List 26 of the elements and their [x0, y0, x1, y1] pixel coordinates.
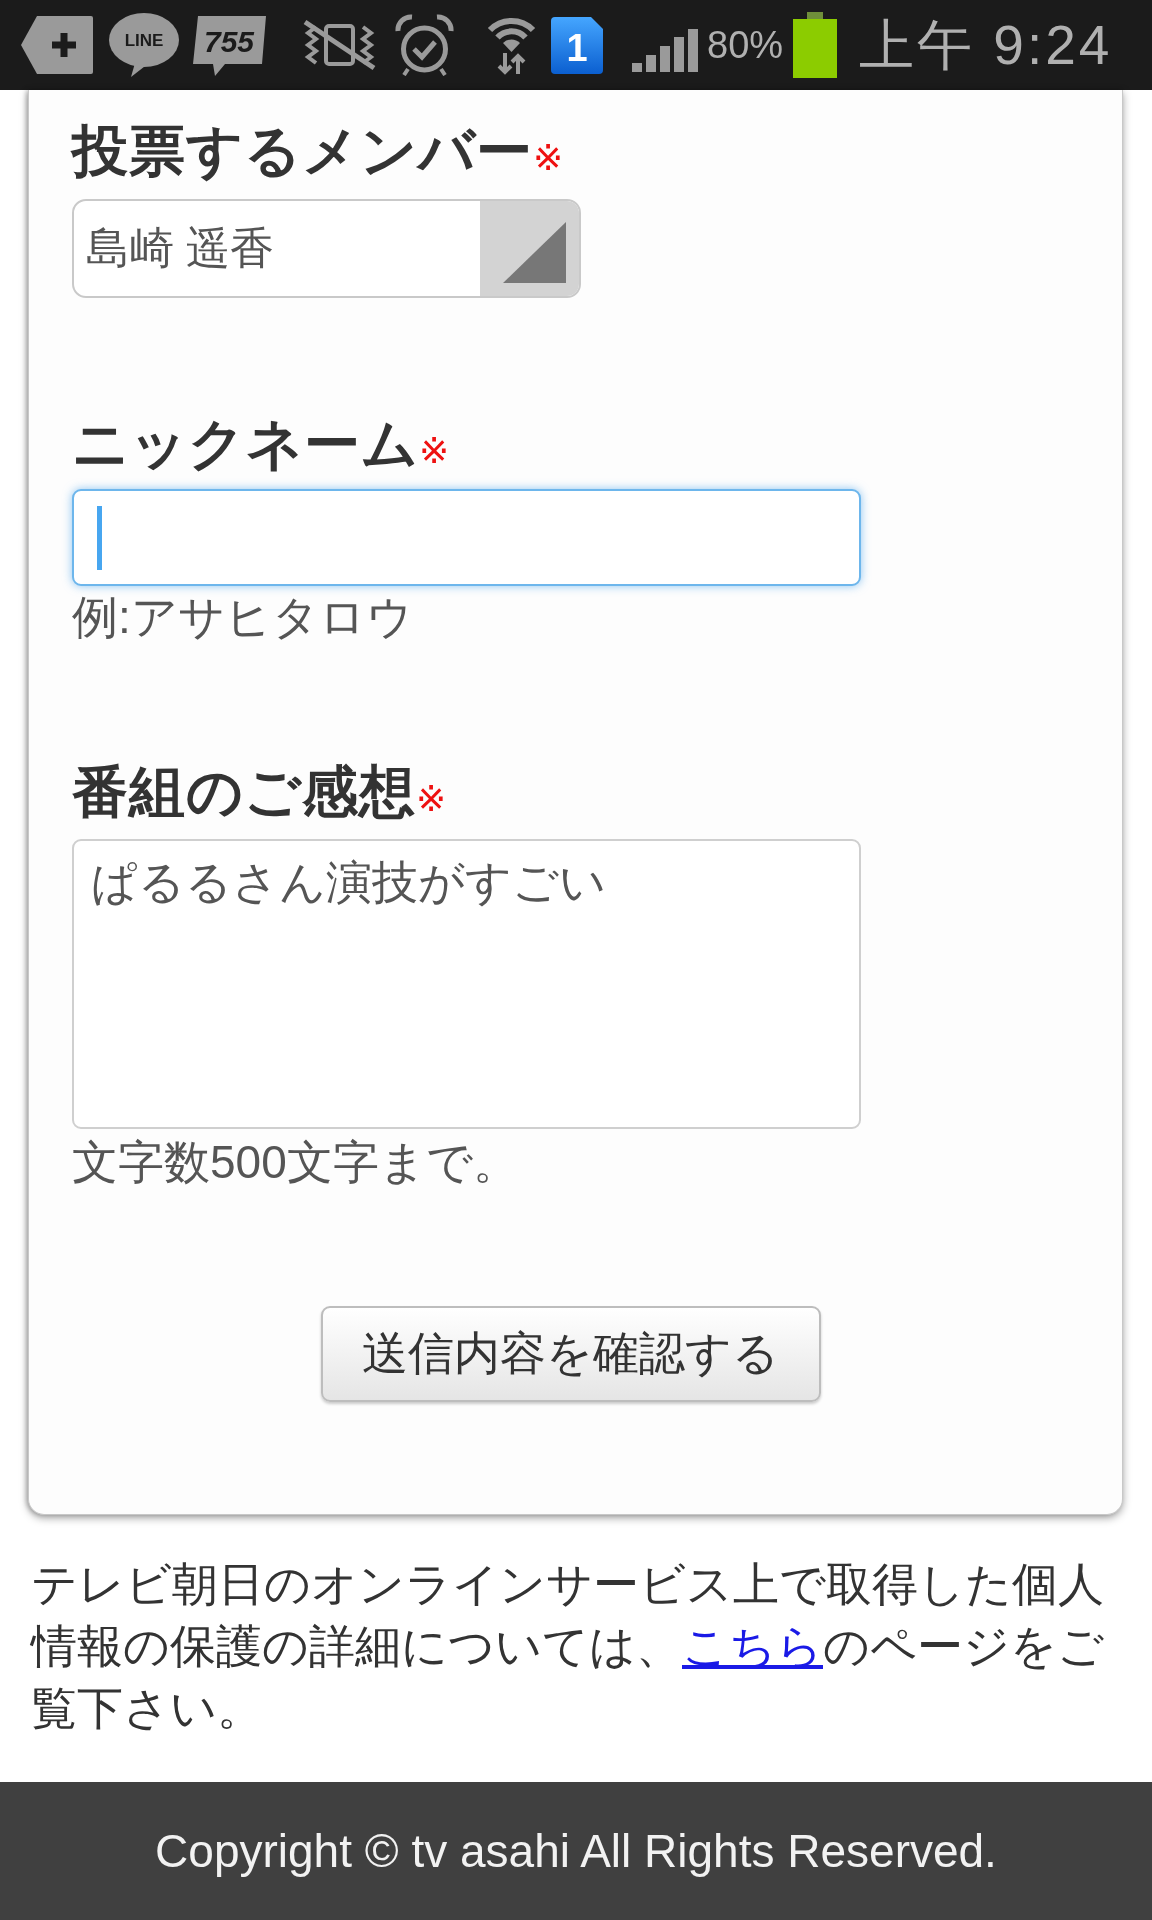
- text-caret-icon: [97, 505, 102, 570]
- battery-icon: [793, 12, 838, 78]
- alarm-clock-icon: [395, 14, 454, 76]
- field-label: ニックネーム: [72, 411, 419, 477]
- confirm-button[interactable]: 送信内容を確認する: [320, 1306, 821, 1402]
- privacy-notice: テレビ朝日のオンラインサービス上で取得した個人情報の保護の詳細については、こちらのページをご覧下さい。: [29, 1557, 1105, 1736]
- copyright-text: Copyright © tv asahi All Rights Reserved.: [155, 1824, 997, 1879]
- text-input[interactable]: [72, 489, 861, 586]
- muted-vibrate-icon: [301, 19, 378, 71]
- field-hint: 文字数500文字まで。: [72, 1135, 520, 1190]
- field-hint: 例:アサヒタロウ: [72, 590, 414, 645]
- speech-box-icon: 755: [193, 14, 266, 76]
- required-mark: ※: [533, 138, 564, 178]
- field-label: 番組のご感想: [72, 759, 416, 825]
- field-label: 投票するメンバー: [72, 118, 533, 184]
- select-field[interactable]: 島崎 遥香: [72, 199, 581, 298]
- required-mark: ※: [416, 779, 447, 819]
- privacy-link[interactable]: こちら: [682, 1620, 823, 1672]
- required-mark: ※: [419, 431, 450, 471]
- tag-plus-icon: [21, 16, 93, 74]
- clock-time: 上午 9:24: [859, 13, 1113, 77]
- battery-percent: 80%: [707, 23, 784, 67]
- number-tile-icon: 1: [551, 16, 603, 74]
- signal-bars-icon: [632, 28, 698, 72]
- text-area[interactable]: ぱるるさん演技がすごい: [72, 839, 861, 1129]
- dropdown-triangle-icon: [480, 201, 579, 296]
